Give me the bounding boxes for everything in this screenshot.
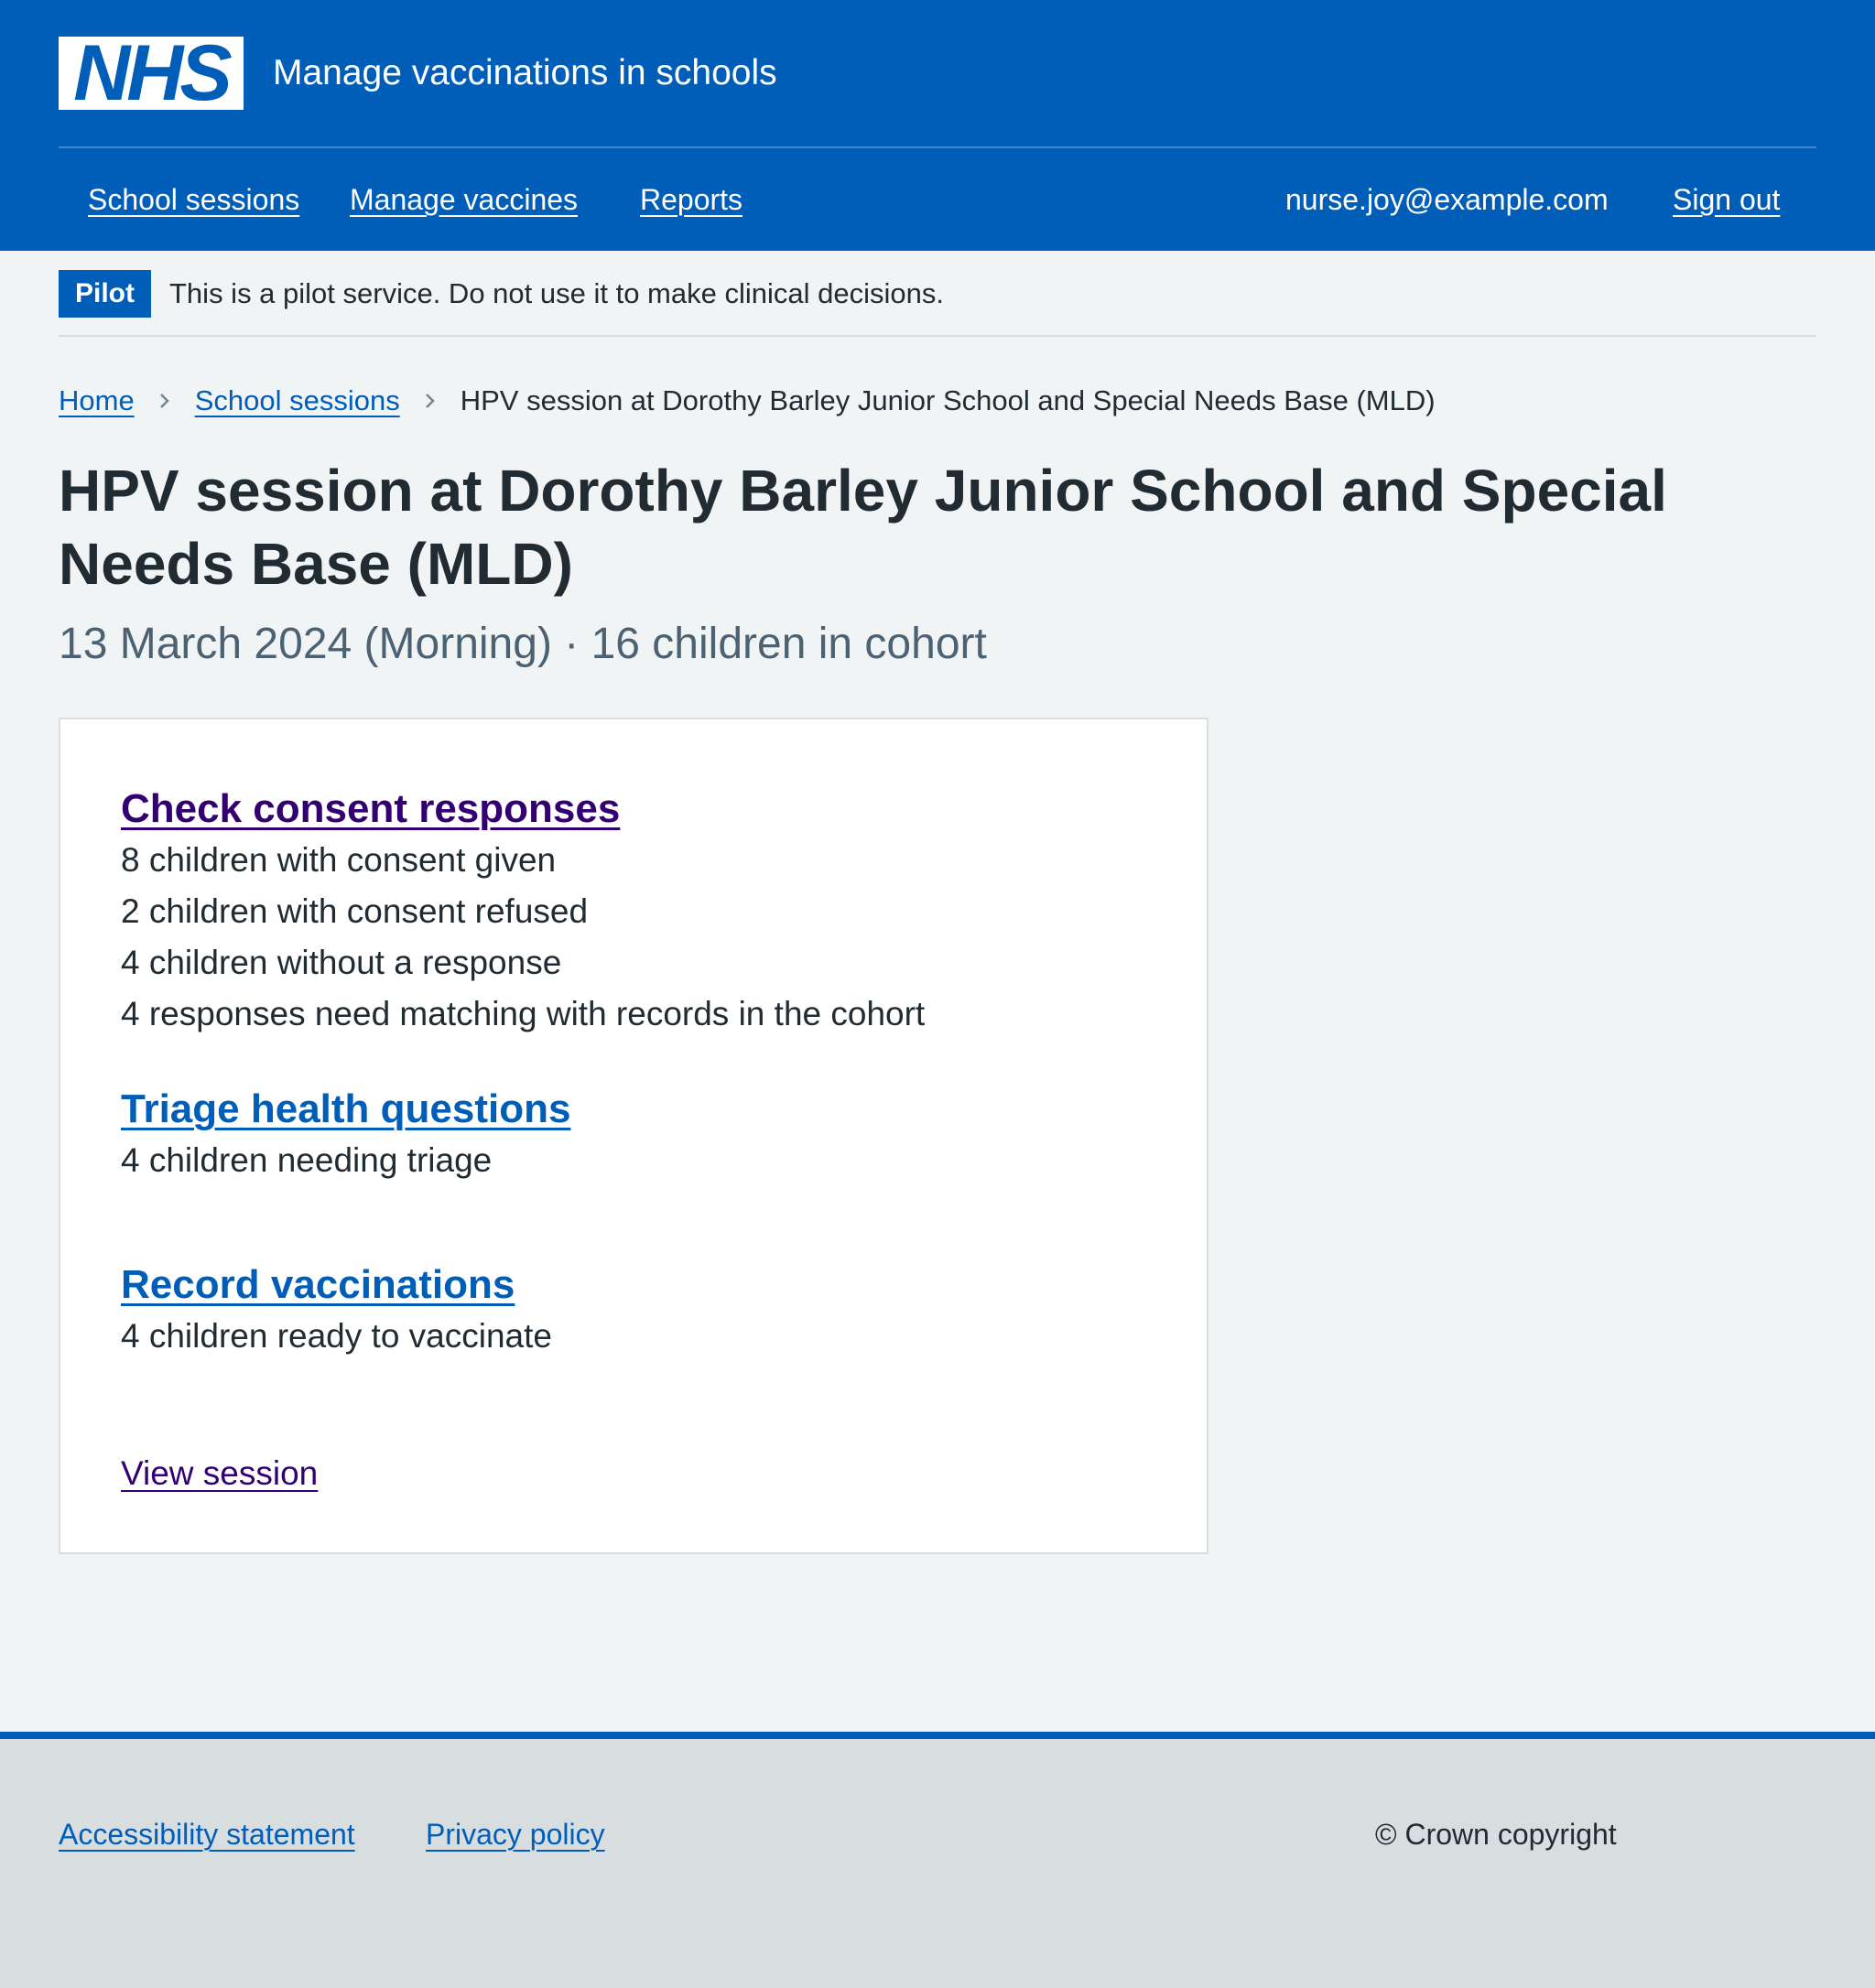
nav-reports[interactable]: Reports — [640, 181, 742, 218]
breadcrumb: Home School sessions HPV session at Doro… — [59, 383, 1436, 419]
triage-section: Triage health questions 4 children needi… — [121, 1084, 1170, 1186]
pilot-tag: Pilot — [59, 270, 151, 318]
pilot-banner: Pilot This is a pilot service. Do not us… — [59, 270, 944, 318]
nav-school-sessions[interactable]: School sessions — [88, 181, 299, 218]
nav-manage-vaccines[interactable]: Manage vaccines — [350, 181, 578, 218]
service-name[interactable]: Manage vaccinations in schools — [273, 37, 777, 110]
site-header: NHS Manage vaccinations in schools Schoo… — [0, 0, 1875, 251]
header-brand[interactable]: NHS Manage vaccinations in schools — [59, 29, 777, 117]
user-email: nurse.joy@example.com — [1285, 183, 1609, 216]
check-consent-responses-link[interactable]: Check consent responses — [121, 783, 1170, 835]
pilot-divider — [59, 335, 1816, 337]
record-vaccinations-link[interactable]: Record vaccinations — [121, 1259, 1170, 1311]
accessibility-statement-link[interactable]: Accessibility statement — [59, 1816, 355, 1853]
ready-to-vaccinate-count: 4 children ready to vaccinate — [121, 1317, 552, 1355]
session-caption: 13 March 2024 (Morning) · 16 children in… — [59, 620, 987, 668]
site-footer: Accessibility statement Privacy policy ©… — [0, 1732, 1875, 1988]
view-session-link[interactable]: View session — [121, 1448, 318, 1499]
record-section: Record vaccinations 4 children ready to … — [121, 1259, 1170, 1362]
sign-out-link[interactable]: Sign out — [1673, 181, 1780, 218]
responses-need-matching-count: 4 responses need matching with records i… — [121, 995, 926, 1032]
consent-given-count: 8 children with consent given — [121, 841, 557, 879]
primary-navigation: School sessions Manage vaccines Reports … — [59, 148, 1816, 251]
needing-triage-count: 4 children needing triage — [121, 1141, 493, 1179]
breadcrumb-current: HPV session at Dorothy Barley Junior Sch… — [460, 384, 1436, 416]
session-summary-card: Check consent responses 8 children with … — [59, 718, 1208, 1554]
nhs-logo[interactable]: NHS — [59, 29, 244, 117]
consent-refused-count: 2 children with consent refused — [121, 892, 589, 930]
triage-health-questions-link[interactable]: Triage health questions — [121, 1084, 1170, 1135]
chevron-right-icon — [424, 392, 437, 410]
breadcrumb-home[interactable]: Home — [59, 383, 135, 419]
chevron-right-icon — [158, 392, 171, 410]
consent-section: Check consent responses 8 children with … — [121, 783, 1170, 1040]
breadcrumb-school-sessions[interactable]: School sessions — [195, 383, 400, 419]
privacy-policy-link[interactable]: Privacy policy — [426, 1816, 605, 1853]
nhs-logo-text: NHS — [73, 29, 233, 117]
pilot-text: This is a pilot service. Do not use it t… — [169, 277, 944, 309]
page-title: HPV session at Dorothy Barley Junior Sch… — [59, 458, 1667, 597]
no-response-count: 4 children without a response — [121, 944, 562, 981]
copyright-text: © Crown copyright — [1375, 1818, 1617, 1851]
